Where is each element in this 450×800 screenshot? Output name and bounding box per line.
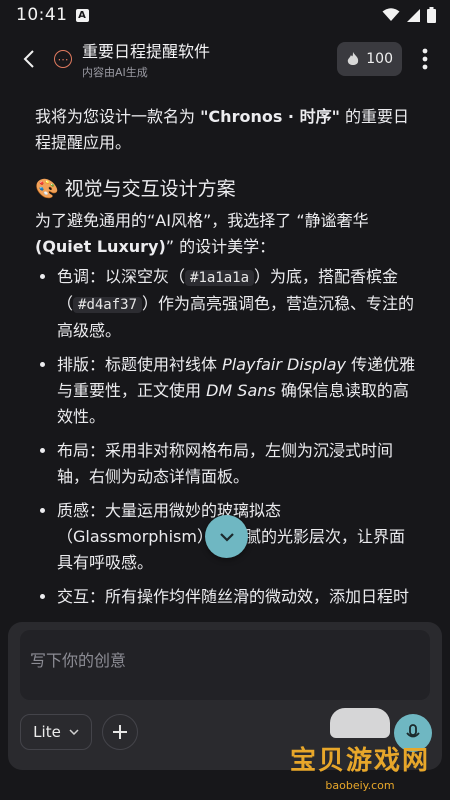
model-selector[interactable]: Lite [20,714,92,750]
list-item-layout: 布局：采用非对称网格布局，左侧为沉浸式时间轴，右侧为动态详情面板。 [57,438,420,490]
section-intro-bold: (Quiet Luxury) [35,237,166,256]
color-code-accent: #d4af37 [73,297,143,313]
font-name-sans: DM Sans [206,381,276,400]
chat-subtitle: 内容由AI生成 [82,66,148,79]
type-text-a: 排版：标题使用衬线体 [57,355,223,374]
list-item-interaction: 交互：所有操作均伴随丝滑的微动效，添加日程时会有优雅的展开动画。 [57,584,420,612]
chevron-down-icon [69,729,79,735]
model-label: Lite [33,723,61,741]
section-intro-before: 为了避免通用的“AI风格”，我选择了 “静谧奢华 [35,211,369,230]
intro-text-before: 我将为您设计一款名为 [35,107,201,126]
back-button[interactable] [14,39,44,79]
watermark-mascot-icon [330,708,390,738]
status-icons [382,7,436,23]
more-options-button[interactable] [410,39,440,79]
battery-icon [427,7,436,23]
section-intro-after: ” 的设计美学： [165,237,276,256]
color-text-a: 色调：以深空灰（ [57,267,186,286]
plus-icon [113,725,127,739]
intro-paragraph: 我将为您设计一款名为 "Chronos · 时序" 的重要日程提醒应用。 [35,104,420,156]
list-item-color: 色调：以深空灰（#1a1a1a）为底，搭配香槟金（#d4af37）作为高亮强调色… [57,264,420,344]
color-code-base: #1a1a1a [185,270,255,286]
status-left: 10:41 A [16,5,89,25]
bot-avatar-icon: ⋯ [54,50,72,68]
add-attachment-button[interactable] [102,714,138,750]
prompt-input[interactable]: 写下你的创意 [20,630,430,700]
scroll-to-bottom-button[interactable] [205,515,248,558]
font-name-serif: Playfair Display [222,355,346,374]
title-block: 重要日程提醒软件 内容由AI生成 [82,38,337,80]
palette-icon: 🎨 [35,178,59,200]
chevron-down-icon [219,532,234,542]
credits-count: 100 [366,51,393,67]
signal-icon [407,8,420,22]
list-item-typography: 排版：标题使用衬线体 Playfair Display 传递优雅与重要性，正文使… [57,352,420,430]
section-title: 视觉与交互设计方案 [64,178,236,200]
chat-title: 重要日程提醒软件 [82,42,211,61]
watermark-text: 宝贝游戏网 [289,746,430,776]
back-arrow-icon [23,50,34,68]
flame-icon [348,52,359,65]
status-time: 10:41 [16,5,68,25]
section-heading: 🎨 视觉与交互设计方案 [35,176,420,202]
more-vertical-icon [422,48,428,70]
watermark: 宝贝游戏网 baobeiy.com [270,705,450,800]
app-name: "Chronos · 时序" [200,107,340,126]
design-bullets: 色调：以深空灰（#1a1a1a）为底，搭配香槟金（#d4af37）作为高亮强调色… [35,264,420,612]
section-intro: 为了避免通用的“AI风格”，我选择了 “静谧奢华 (Quiet Luxury)”… [35,208,420,260]
app-header: ⋯ 重要日程提醒软件 内容由AI生成 100 [0,30,450,88]
wifi-icon [382,8,400,21]
status-bar: 10:41 A [0,0,450,30]
notification-icon: A [75,8,89,22]
watermark-url: baobeiy.com [325,779,395,792]
credits-badge[interactable]: 100 [337,42,402,76]
